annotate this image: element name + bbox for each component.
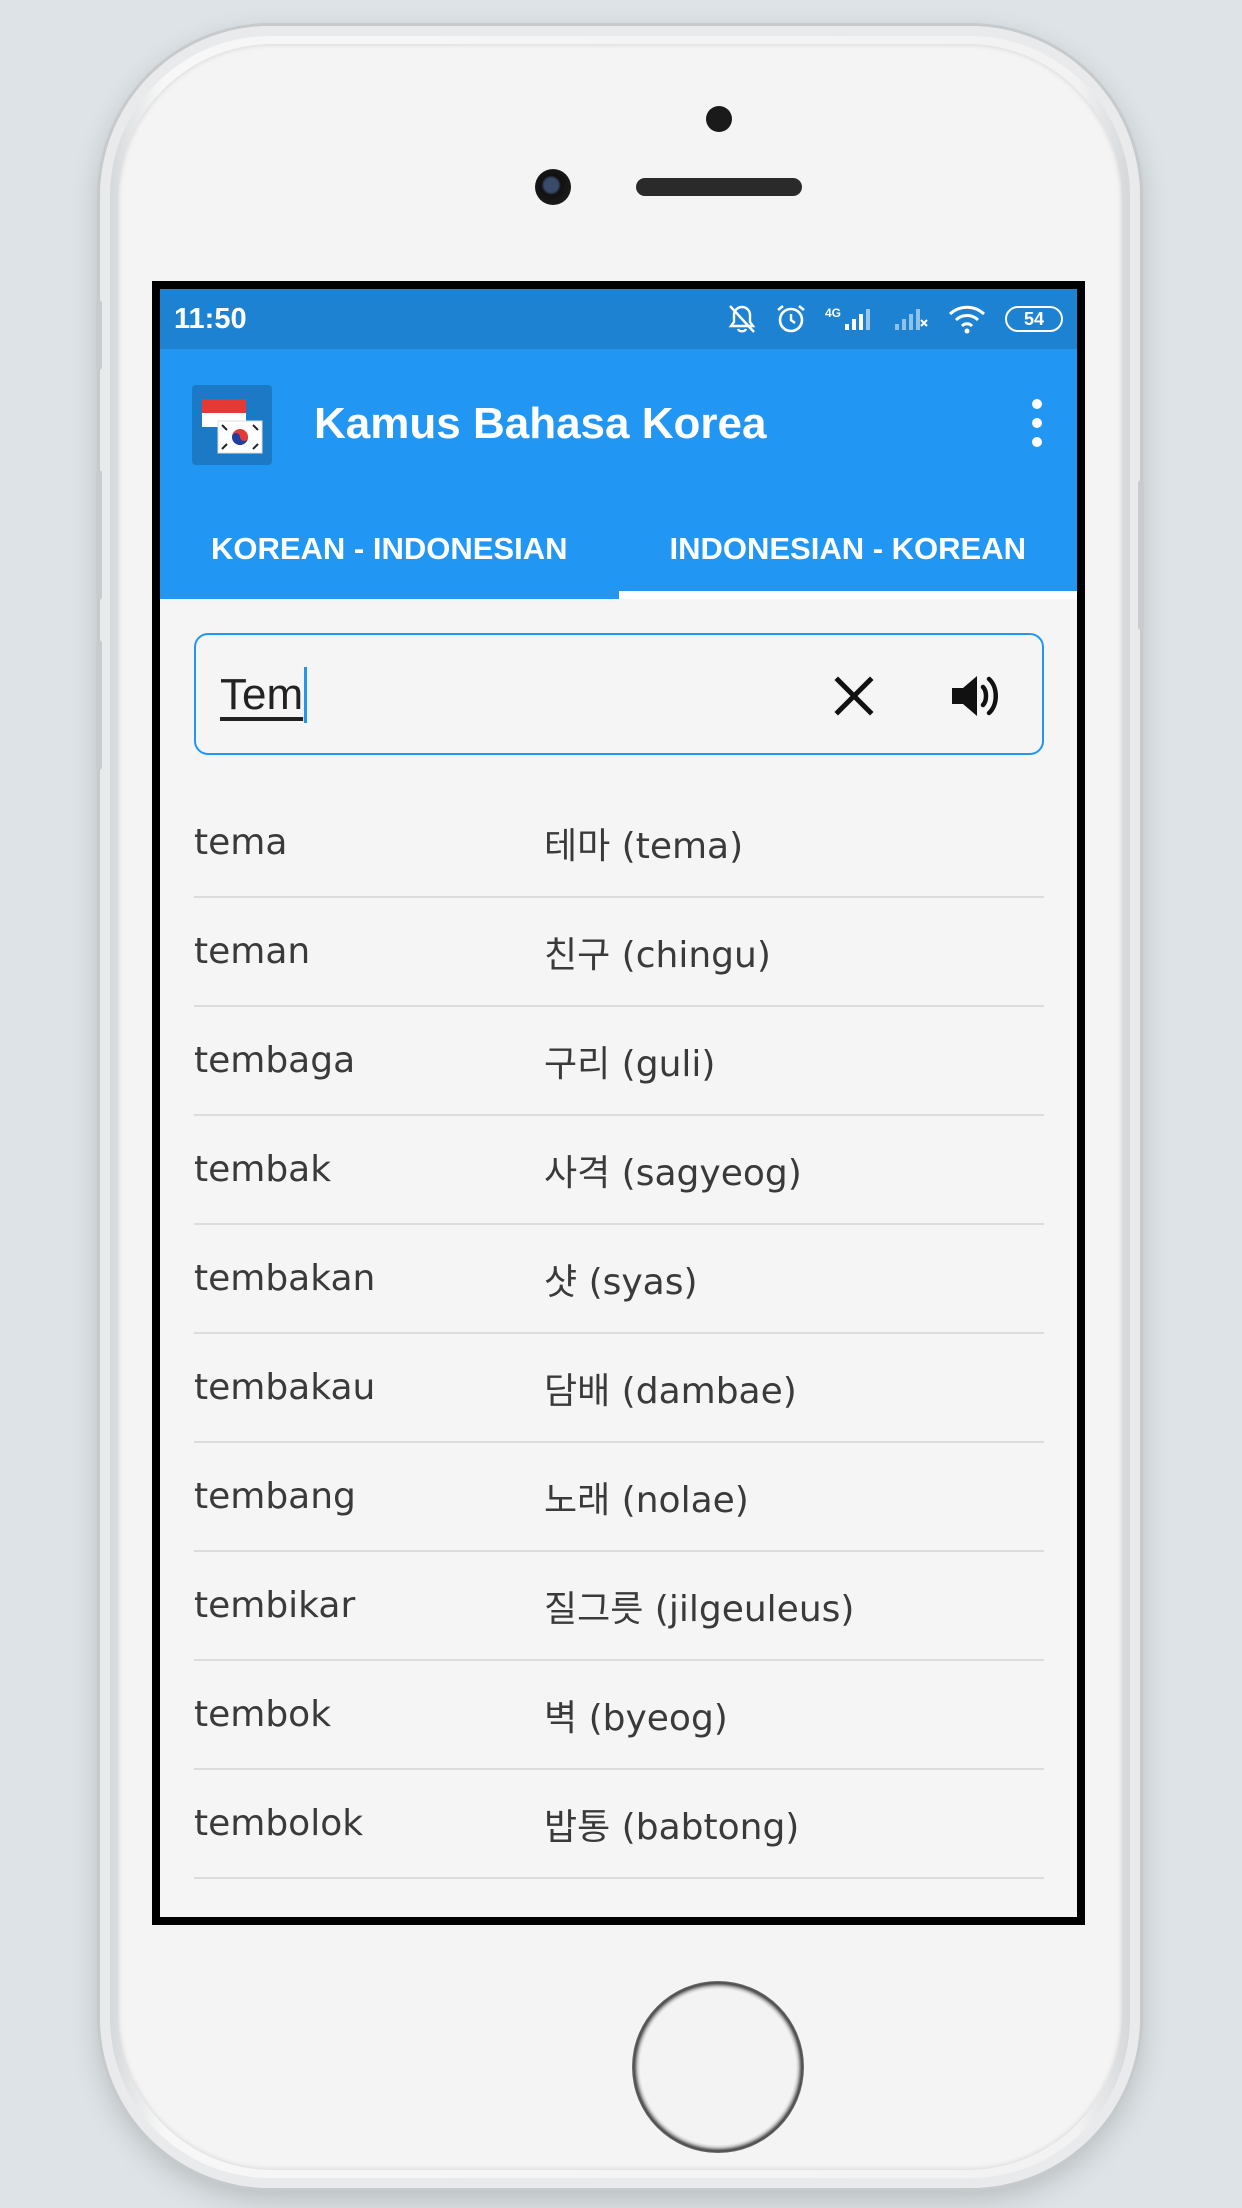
signal-bars-icon (845, 309, 870, 330)
word-label: tembak (194, 1149, 332, 1190)
earpiece-speaker (636, 178, 802, 196)
wifi-icon (948, 305, 986, 334)
translation-label: 구리 (guli) (544, 1043, 716, 1085)
speaker-icon[interactable] (946, 667, 1004, 725)
search-input-value: Tem (220, 670, 304, 719)
battery-indicator: 54 (1005, 306, 1063, 332)
word-label: tembolok (194, 1803, 364, 1844)
list-item[interactable]: tembaga 구리 (guli) (194, 1007, 1044, 1116)
word-label: tembaga (194, 1040, 356, 1081)
list-item[interactable]: tembang 노래 (nolae) (194, 1443, 1044, 1552)
list-item[interactable]: tembok 벽 (byeog) (194, 1661, 1044, 1770)
close-icon[interactable] (828, 670, 880, 722)
front-camera (535, 169, 571, 205)
translation-label: 밥통 (babtong) (544, 1806, 800, 1848)
translation-label: 샷 (syas) (544, 1261, 698, 1303)
word-label: tema (194, 822, 288, 863)
volume-down-button (96, 640, 102, 770)
app-screen: 11:50 4G 54 Kamus Bahasa Korea KOREAN - … (152, 281, 1085, 1925)
app-bar: Kamus Bahasa Korea KOREAN - INDONESIAN I… (160, 349, 1077, 599)
tab-bar: KOREAN - INDONESIAN INDONESIAN - KOREAN (160, 499, 1077, 599)
alarm-icon (777, 304, 805, 333)
mute-switch (96, 300, 102, 370)
status-icons: 4G 54 (727, 303, 1063, 335)
status-bar: 11:50 4G 54 (160, 289, 1077, 349)
text-caret (304, 667, 308, 723)
word-label: tembikar (194, 1585, 356, 1626)
bell-off-icon (728, 305, 756, 333)
translation-label: 담배 (dambae) (544, 1370, 797, 1412)
translation-label: 친구 (chingu) (544, 934, 771, 976)
power-button (1138, 480, 1144, 630)
search-input[interactable]: Tem (220, 659, 840, 731)
list-item[interactable]: tembakau 담배 (dambae) (194, 1334, 1044, 1443)
translation-label: 테마 (tema) (544, 825, 744, 867)
network-label: 4G (824, 306, 841, 320)
more-vert-icon[interactable] (1031, 399, 1043, 447)
signal-no-service-icon (895, 309, 928, 330)
list-item[interactable]: tembolok 밥통 (babtong) (194, 1770, 1044, 1879)
list-item[interactable]: tembikar 질그릇 (jilgeuleus) (194, 1552, 1044, 1661)
translation-label: 사격 (sagyeog) (544, 1152, 802, 1194)
tab-korean-indonesian[interactable]: KOREAN - INDONESIAN (160, 499, 619, 599)
list-item[interactable]: tembakan 샷 (syas) (194, 1225, 1044, 1334)
word-label: tembang (194, 1476, 356, 1517)
indonesia-korea-flag-icon (192, 385, 272, 465)
word-label: teman (194, 931, 311, 972)
tab-indonesian-korean[interactable]: INDONESIAN - KOREAN (618, 499, 1078, 599)
status-time: 11:50 (174, 302, 247, 335)
word-label: tembakan (194, 1258, 376, 1299)
search-box: Tem (194, 633, 1044, 755)
word-label: tembakau (194, 1367, 376, 1408)
battery-level: 54 (1023, 308, 1045, 329)
app-title: Kamus Bahasa Korea (314, 399, 767, 448)
list-item[interactable]: tembak 사격 (sagyeog) (194, 1116, 1044, 1225)
proximity-sensor (706, 106, 732, 132)
cell-signal-4g: 4G (825, 306, 875, 332)
translation-label: 노래 (nolae) (544, 1479, 749, 1521)
results-list: tema 테마 (tema) teman 친구 (chingu) tembaga 구리… (194, 789, 1044, 1879)
home-button[interactable] (632, 1981, 804, 2153)
translation-label: 벽 (byeog) (544, 1697, 728, 1739)
translation-label: 질그릇 (jilgeuleus) (544, 1588, 855, 1630)
list-item[interactable]: tema 테마 (tema) (194, 789, 1044, 898)
word-label: tembok (194, 1694, 332, 1735)
list-item[interactable]: teman 친구 (chingu) (194, 898, 1044, 1007)
volume-up-button (96, 470, 102, 600)
